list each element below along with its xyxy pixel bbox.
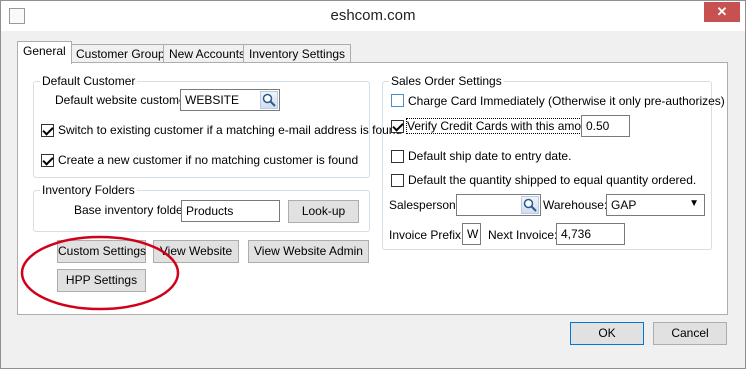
next-invoice-field[interactable]: 4,736	[556, 223, 625, 245]
default-quantity-label: Default the quantity shipped to equal qu…	[408, 173, 697, 187]
chevron-down-icon: ▼	[689, 198, 699, 209]
verify-credit-cards-label: Verify Credit Cards with this amount:	[405, 118, 603, 134]
verify-credit-cards-checkbox[interactable]	[391, 120, 404, 133]
default-ship-date-checkbox[interactable]	[391, 150, 404, 163]
view-website-admin-button[interactable]: View Website Admin	[248, 240, 369, 263]
salesperson-field[interactable]	[456, 194, 541, 216]
create-customer-checkbox[interactable]	[41, 154, 54, 167]
group-title: Sales Order Settings	[389, 74, 504, 88]
cancel-button[interactable]: Cancel	[653, 322, 727, 345]
charge-card-checkbox[interactable]	[391, 94, 404, 107]
warehouse-select[interactable]: GAP ▼	[606, 194, 705, 216]
default-quantity-checkbox[interactable]	[391, 174, 404, 187]
verify-amount-field[interactable]: 0.50	[581, 115, 630, 137]
default-website-customer-label: Default website customer:	[55, 93, 194, 107]
default-ship-date-label: Default ship date to entry date.	[408, 149, 572, 163]
warehouse-value: GAP	[611, 198, 637, 212]
look-up-button[interactable]: Look-up	[288, 200, 359, 223]
default-website-customer-value: WEBSITE	[185, 93, 240, 107]
switch-customer-checkbox[interactable]	[41, 124, 54, 137]
create-customer-label: Create a new customer if no matching cus…	[58, 153, 359, 167]
magnifier-icon[interactable]	[521, 196, 539, 214]
title-bar: eshcom.com ✕	[1, 1, 745, 31]
close-button[interactable]: ✕	[704, 2, 740, 22]
group-title: Inventory Folders	[40, 183, 137, 197]
base-folder-label: Base inventory folder:	[74, 203, 191, 217]
group-title: Default Customer	[40, 74, 138, 88]
tab-general[interactable]: General	[17, 41, 72, 64]
annotation-circle	[20, 235, 180, 311]
invoice-prefix-field[interactable]: W	[462, 223, 481, 245]
invoice-prefix-label: Invoice Prefix:	[389, 228, 465, 242]
next-invoice-label: Next Invoice:	[488, 228, 558, 242]
tab-inventory-settings[interactable]: Inventory Settings	[243, 44, 352, 63]
tab-customer-groups[interactable]: Customer Groups	[70, 44, 177, 63]
base-folder-field[interactable]: Products	[181, 200, 280, 222]
default-website-customer-field[interactable]: WEBSITE	[180, 89, 280, 111]
ok-button[interactable]: OK	[570, 322, 644, 345]
charge-card-label: Charge Card Immediately (Otherwise it on…	[408, 94, 725, 108]
tab-new-accounts[interactable]: New Accounts	[163, 44, 252, 63]
warehouse-label: Warehouse:	[543, 198, 608, 212]
switch-customer-label: Switch to existing customer if a matchin…	[58, 123, 403, 137]
salesperson-label: Salesperson:	[389, 198, 460, 212]
magnifier-icon[interactable]	[260, 91, 278, 109]
window-title: eshcom.com	[330, 7, 416, 24]
dialog-window: eshcom.com ✕ General Customer Groups New…	[0, 0, 746, 369]
